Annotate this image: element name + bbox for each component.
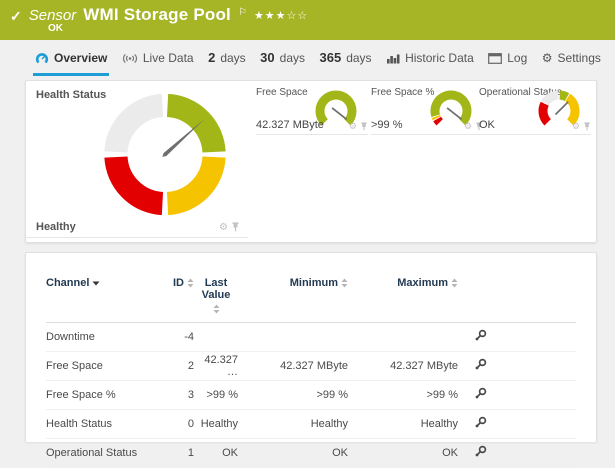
channel-id: 2 bbox=[187, 360, 194, 372]
channel-minimum: 42.327 MByte bbox=[280, 360, 348, 372]
table-row[interactable]: Health Status 0 Healthy Healthy Healthy bbox=[46, 410, 576, 439]
table-row[interactable]: Downtime -4 bbox=[46, 323, 576, 352]
channel-minimum: OK bbox=[332, 447, 348, 459]
page-title: WMI Storage Pool bbox=[83, 5, 231, 24]
gauge-needle bbox=[554, 101, 569, 116]
sort-caret-icon bbox=[92, 281, 100, 285]
channel-name[interactable]: Downtime bbox=[46, 331, 146, 343]
tab-historic-data[interactable]: Historic Data bbox=[384, 49, 476, 76]
tab-label: days bbox=[220, 50, 246, 65]
tab-30-days[interactable]: 30 days bbox=[258, 48, 307, 76]
edit-channel-wrench-icon[interactable] bbox=[474, 358, 487, 371]
flag-icon[interactable]: ⚐ bbox=[238, 7, 247, 18]
channel-maximum: OK bbox=[442, 447, 458, 459]
overview-gauges-panel: Health Status Healthy ⚙ Free Space 42.32… bbox=[25, 80, 597, 243]
channel-maximum: >99 % bbox=[426, 389, 459, 401]
sort-arrows-icon bbox=[341, 278, 348, 288]
channel-last-value: Healthy bbox=[200, 418, 238, 430]
tab-overview[interactable]: Overview bbox=[33, 49, 110, 76]
table-row[interactable]: Free Space 2 42.327 … 42.327 MByte 42.32… bbox=[46, 352, 576, 381]
pin-icon[interactable] bbox=[360, 122, 368, 131]
priority-stars[interactable]: ★★★☆☆ bbox=[254, 9, 308, 22]
gauge-needle bbox=[446, 107, 463, 120]
channel-id: 0 bbox=[187, 418, 194, 430]
channel-maximum: 42.327 MByte bbox=[390, 360, 458, 372]
sensor-header: ✓ Sensor WMI Storage Pool ⚐ ★★★☆☆ OK bbox=[0, 0, 615, 40]
tab-label: Live Data bbox=[142, 51, 194, 65]
channel-id: -4 bbox=[184, 331, 194, 343]
operational-status-value: OK bbox=[479, 119, 495, 131]
health-status-footer: Healthy ⚙ bbox=[26, 217, 248, 238]
column-header-minimum[interactable]: Minimum bbox=[238, 277, 348, 289]
tab-label: Historic Data bbox=[405, 51, 474, 65]
bar-chart-icon bbox=[387, 54, 400, 63]
channel-name[interactable]: Free Space bbox=[46, 360, 146, 372]
live-data-broadcast-icon bbox=[122, 53, 137, 63]
sort-arrows-icon bbox=[187, 278, 194, 288]
channel-maximum: Healthy bbox=[420, 418, 458, 430]
tab-2-days[interactable]: 2 days bbox=[206, 48, 248, 76]
channels-table-panel: Channel ID Last Value Minimum Maximum Do… bbox=[25, 252, 597, 468]
channel-id: 1 bbox=[187, 447, 194, 459]
free-space-value: 42.327 MByte bbox=[256, 119, 324, 131]
health-status-gauge bbox=[104, 93, 226, 216]
tab-label: Log bbox=[507, 51, 528, 65]
tab-label: Overview bbox=[54, 51, 108, 65]
tab-365-days[interactable]: 365 days bbox=[318, 48, 374, 76]
column-header-maximum[interactable]: Maximum bbox=[348, 277, 458, 289]
free-space-pct-title: Free Space % bbox=[371, 87, 435, 98]
free-space-gauge-block: Free Space 42.327 MByte ⚙ bbox=[256, 87, 368, 135]
channel-name[interactable]: Health Status bbox=[46, 418, 146, 430]
column-header-id[interactable]: ID bbox=[146, 277, 194, 289]
overview-gauge-icon bbox=[35, 52, 49, 63]
tab-bar: Overview Live Data 2 days 30 days 365 da… bbox=[0, 40, 615, 76]
table-row[interactable]: Free Space % 3 >99 % >99 % >99 % bbox=[46, 381, 576, 410]
tab-settings[interactable]: ⚙ Settings bbox=[540, 49, 603, 76]
channel-id: 3 bbox=[187, 389, 194, 401]
free-space-pct-gauge-block: Free Space % >99 % ⚙ bbox=[371, 87, 483, 135]
table-row[interactable]: Operational Status 1 OK OK OK bbox=[46, 439, 576, 468]
gauge-settings-gear-icon[interactable]: ⚙ bbox=[349, 121, 357, 132]
status-check-icon: ✓ bbox=[10, 8, 22, 24]
channels-table: Channel ID Last Value Minimum Maximum Do… bbox=[26, 253, 596, 468]
gauge-settings-gear-icon[interactable]: ⚙ bbox=[464, 121, 472, 132]
pin-icon[interactable] bbox=[583, 122, 591, 131]
log-window-icon bbox=[488, 52, 503, 64]
gauge-settings-gear-icon[interactable]: ⚙ bbox=[572, 121, 580, 132]
edit-channel-wrench-icon[interactable] bbox=[474, 445, 487, 458]
column-header-channel[interactable]: Channel bbox=[46, 277, 146, 289]
channel-name[interactable]: Operational Status bbox=[46, 447, 146, 459]
status-badge: OK bbox=[48, 23, 63, 34]
sort-arrows-icon bbox=[213, 304, 219, 314]
object-kind-label: Sensor bbox=[28, 7, 77, 24]
operational-status-gauge-block: Operational Status OK ⚙ bbox=[479, 87, 591, 135]
sort-arrows-icon bbox=[451, 278, 458, 288]
pin-icon[interactable] bbox=[231, 222, 240, 232]
gear-icon: ⚙ bbox=[541, 51, 553, 65]
gauge-needle bbox=[331, 107, 348, 120]
table-header-row: Channel ID Last Value Minimum Maximum bbox=[46, 253, 576, 323]
channel-last-value: OK bbox=[222, 447, 238, 459]
tab-live-data[interactable]: Live Data bbox=[120, 49, 196, 76]
gauge-needle bbox=[162, 118, 205, 157]
tab-label: days bbox=[279, 50, 305, 65]
edit-channel-wrench-icon[interactable] bbox=[474, 387, 487, 400]
channel-last-value: 42.327 … bbox=[204, 354, 238, 378]
channel-minimum: Healthy bbox=[310, 418, 348, 430]
column-header-last-value[interactable]: Last Value bbox=[194, 277, 238, 314]
health-status-value: Healthy bbox=[36, 221, 76, 233]
channel-last-value: >99 % bbox=[206, 389, 239, 401]
edit-channel-wrench-icon[interactable] bbox=[474, 329, 487, 342]
tab-label: days bbox=[346, 50, 372, 65]
channel-minimum: >99 % bbox=[316, 389, 349, 401]
free-space-title: Free Space bbox=[256, 87, 308, 98]
gauge-settings-gear-icon[interactable]: ⚙ bbox=[219, 222, 228, 233]
tab-label: Settings bbox=[557, 51, 601, 65]
tab-log[interactable]: Log bbox=[486, 49, 529, 76]
channel-name[interactable]: Free Space % bbox=[46, 389, 146, 401]
edit-channel-wrench-icon[interactable] bbox=[474, 416, 487, 429]
free-space-pct-value: >99 % bbox=[371, 119, 403, 131]
